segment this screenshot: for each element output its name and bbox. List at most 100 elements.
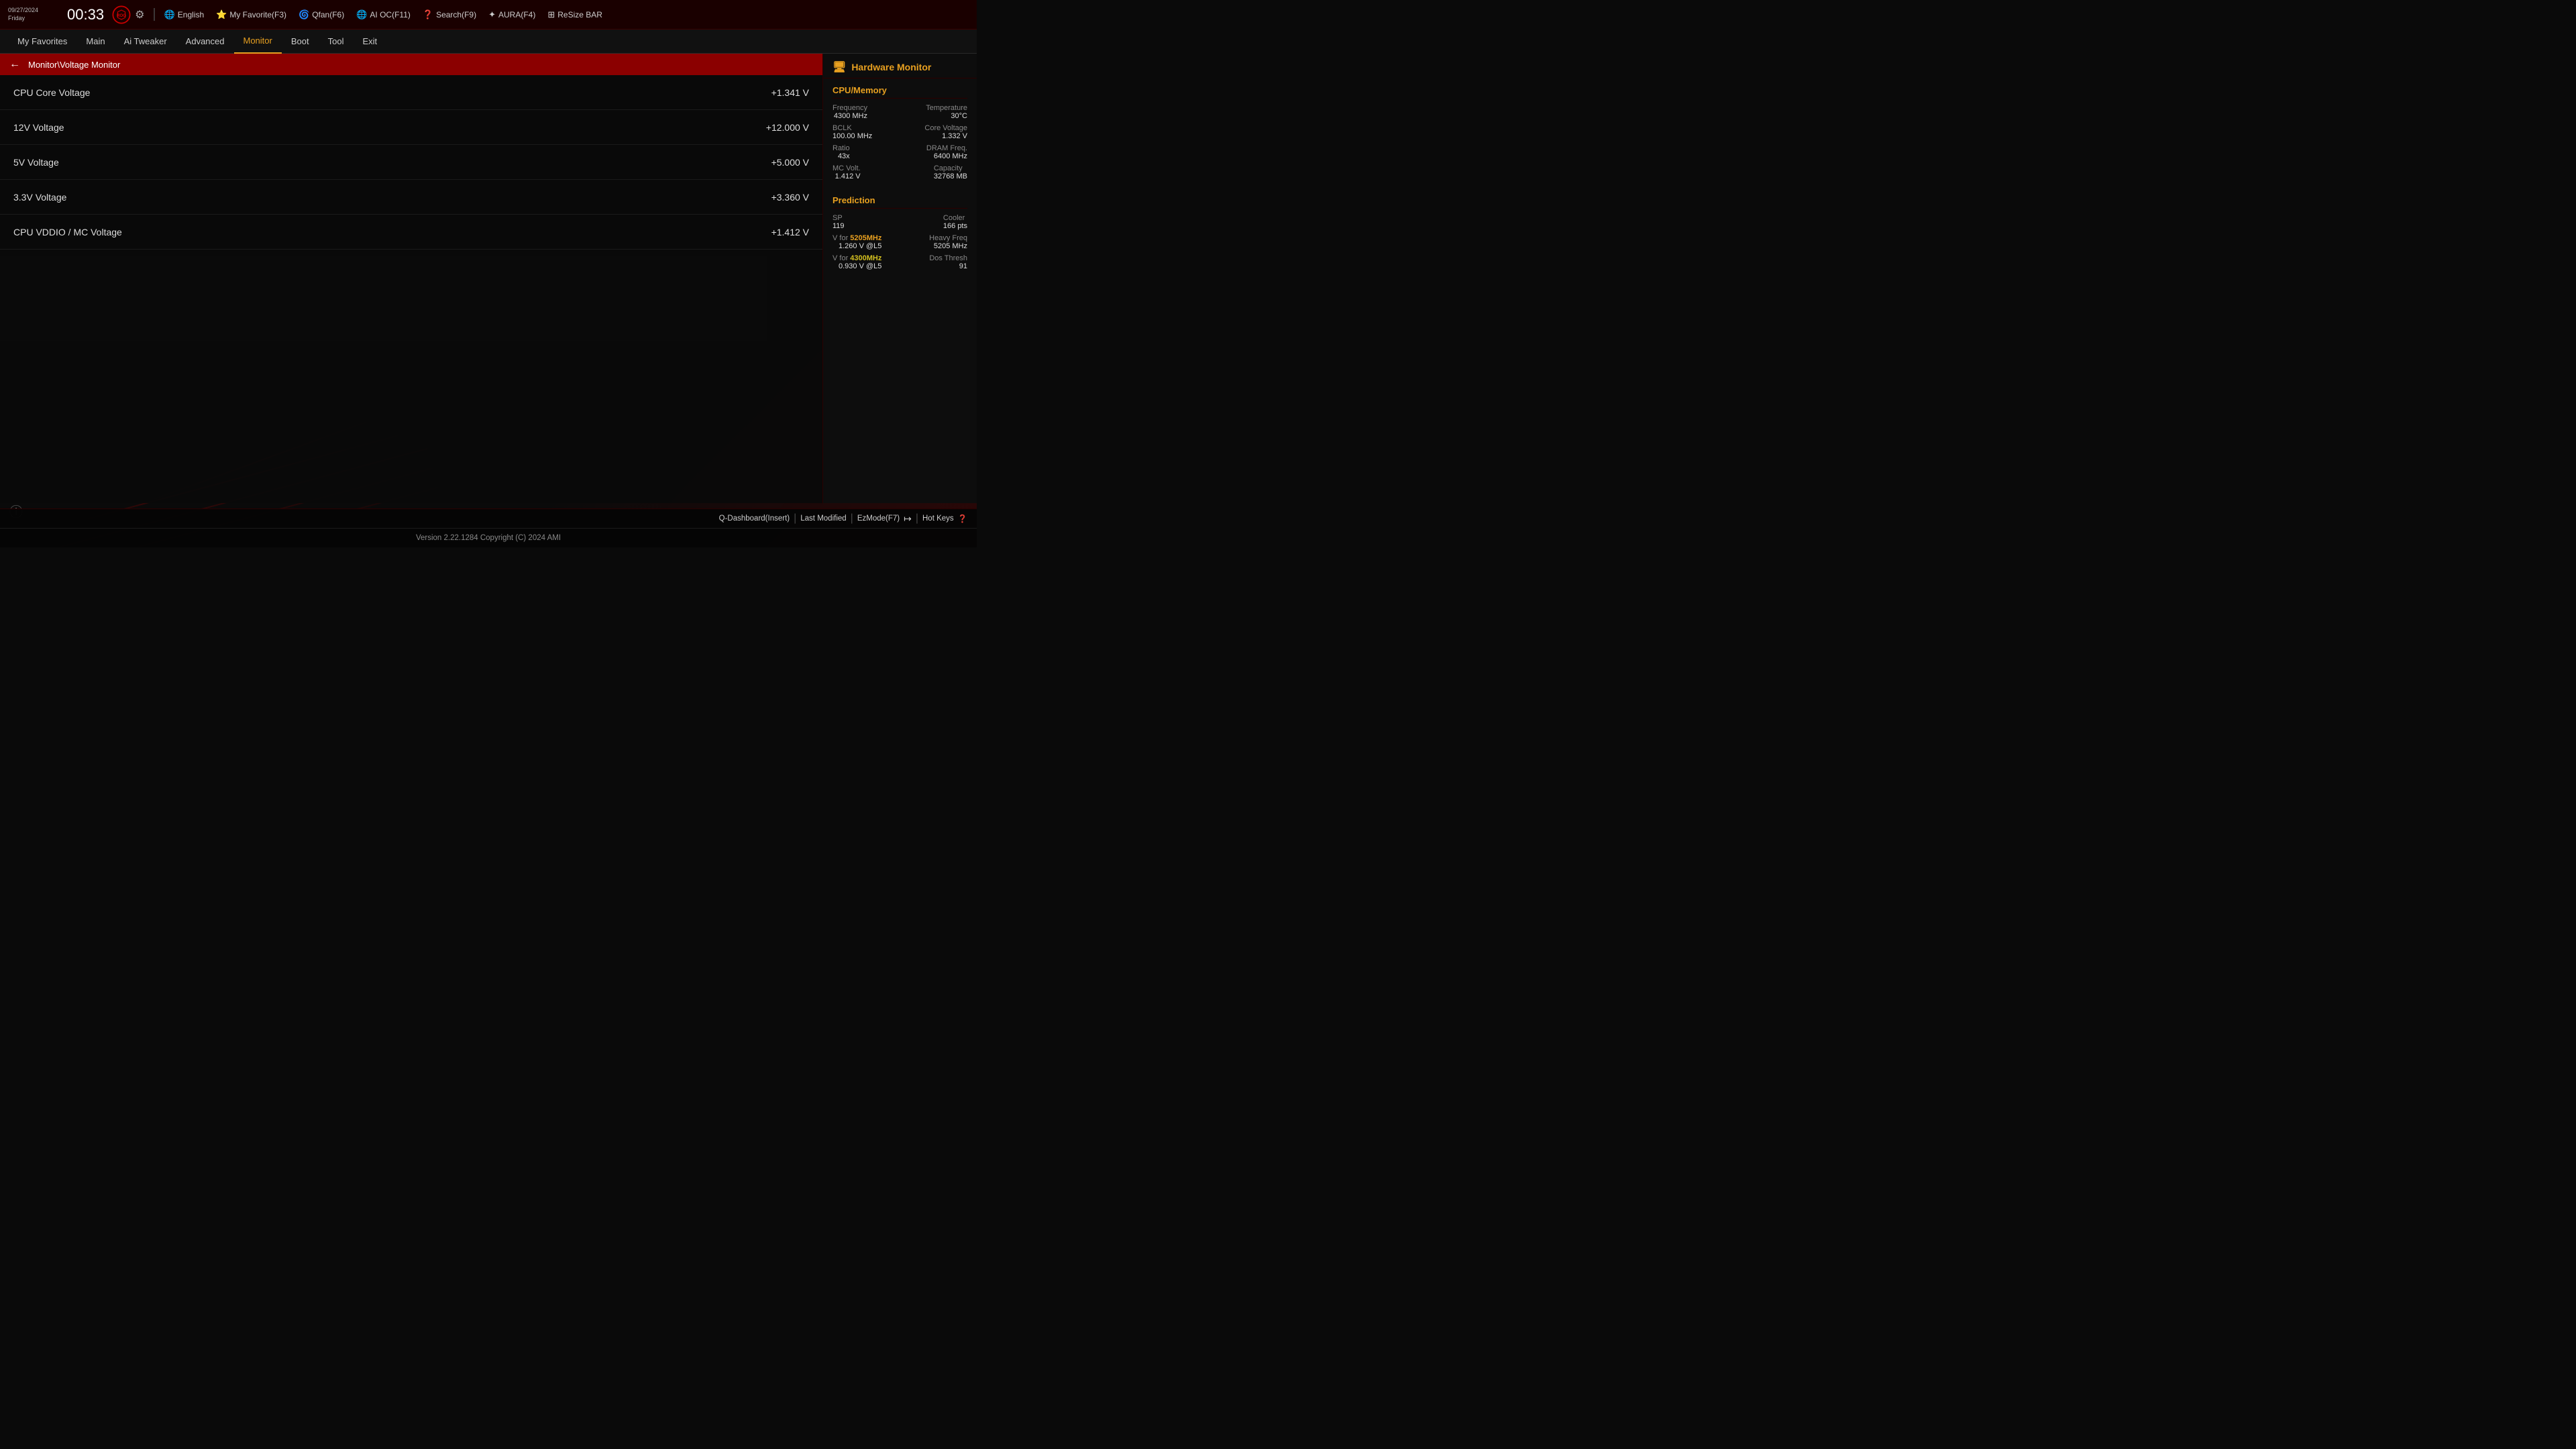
- nav-monitor[interactable]: Monitor: [234, 30, 282, 54]
- footer-sep-3: |: [916, 513, 918, 525]
- voltage-label-vddio: CPU VDDIO / MC Voltage: [13, 227, 742, 237]
- v-4300-row: V for 4300MHz 0.930 V @L5 Dos Thresh 91: [833, 254, 967, 270]
- table-row[interactable]: 12V Voltage +12.000 V: [0, 110, 822, 145]
- star-icon: ⭐: [216, 9, 227, 20]
- v-4300-freq: 4300MHz: [850, 254, 881, 262]
- voltage-value-cpu-core: +1.341 V: [742, 87, 809, 98]
- toolbar-ai-oc[interactable]: 🌐 AI OC(F11): [351, 7, 416, 23]
- v-5205-freq: 5205MHz: [850, 234, 881, 242]
- question-icon: ❓: [423, 9, 433, 20]
- toolbar-my-favorite[interactable]: ⭐ My Favorite(F3): [211, 7, 292, 23]
- monitor-icon: 🖥: [833, 60, 846, 74]
- breadcrumb-bar: ← Monitor\Voltage Monitor: [0, 54, 822, 75]
- nav-exit[interactable]: Exit: [353, 30, 386, 54]
- temperature-value: 30°C: [926, 112, 967, 120]
- footer-sep-1: |: [794, 513, 796, 525]
- voltage-value-vddio: +1.412 V: [742, 227, 809, 237]
- v-4300-value: 0.930 V @L5: [833, 262, 881, 270]
- v-5205-row: V for 5205MHz 1.260 V @L5 Heavy Freq 520…: [833, 234, 967, 250]
- english-label: English: [178, 10, 204, 19]
- q-dashboard-hotkey[interactable]: Q-Dashboard(Insert): [719, 515, 790, 523]
- aura-icon: ✦: [488, 9, 496, 20]
- nav-my-favorites[interactable]: My Favorites: [8, 30, 76, 54]
- sp-cooler-row: SP 119 Cooler 166 pts: [833, 214, 967, 230]
- toolbar-aura[interactable]: ✦ AURA(F4): [483, 7, 541, 23]
- my-favorite-label: My Favorite(F3): [229, 10, 286, 19]
- version-text: Version 2.22.1284 Copyright (C) 2024 AMI: [416, 534, 561, 542]
- content-area: ← Monitor\Voltage Monitor CPU Core Volta…: [0, 54, 822, 503]
- sidebar-title: 🖥 Hardware Monitor: [823, 54, 977, 78]
- top-bar-datetime-section: 09/27/2024 Friday: [8, 7, 62, 22]
- ezmode-label: EzMode(F7): [857, 515, 900, 523]
- cooler-label: Cooler: [943, 214, 967, 222]
- toolbar-items: 🌐 English ⭐ My Favorite(F3) 🌀 Qfan(F6) 🌐…: [159, 7, 977, 23]
- resize-icon: ⊞: [547, 9, 555, 20]
- bclk-label: BCLK: [833, 124, 872, 132]
- prediction-title: Prediction: [833, 195, 967, 209]
- footer-version: Version 2.22.1284 Copyright (C) 2024 AMI: [0, 529, 977, 547]
- ezmode-arrow-icon: ↦: [904, 513, 912, 525]
- voltage-label-cpu-core: CPU Core Voltage: [13, 87, 742, 98]
- cooler-value: 166 pts: [943, 222, 967, 230]
- temperature-label: Temperature: [926, 104, 967, 112]
- cpu-memory-section: CPU/Memory Frequency 4300 MHz Temperatur…: [823, 78, 977, 189]
- footer-sep-2: |: [851, 513, 853, 525]
- table-row[interactable]: CPU Core Voltage +1.341 V: [0, 75, 822, 110]
- ratio-value: 43x: [833, 152, 850, 160]
- frequency-value: 4300 MHz: [833, 112, 867, 120]
- day-text: Friday: [8, 15, 38, 23]
- globe-icon: 🌐: [164, 9, 175, 20]
- last-modified-label: Last Modified: [800, 515, 846, 523]
- nav-boot[interactable]: Boot: [282, 30, 319, 54]
- last-modified-hotkey[interactable]: Last Modified: [800, 515, 846, 523]
- mc-volt-value: 1.412 V: [833, 172, 861, 180]
- v-5205-label: V for 5205MHz: [833, 234, 881, 242]
- table-row[interactable]: 3.3V Voltage +3.360 V: [0, 180, 822, 215]
- footer-hotkeys: Q-Dashboard(Insert) | Last Modified | Ez…: [0, 509, 977, 529]
- toolbar-separator: |: [152, 7, 156, 22]
- back-button[interactable]: ←: [9, 58, 20, 70]
- breadcrumb-path: Monitor\Voltage Monitor: [28, 60, 120, 70]
- nav-main[interactable]: Main: [76, 30, 114, 54]
- capacity-value: 32768 MB: [934, 172, 967, 180]
- toolbar-english[interactable]: 🌐 English: [159, 7, 210, 23]
- top-bar: 09/27/2024 Friday 00:33 ROG ⚙ | 🌐 Englis…: [0, 0, 977, 30]
- cpu-memory-title: CPU/Memory: [833, 85, 967, 99]
- main-layout: ← Monitor\Voltage Monitor CPU Core Volta…: [0, 54, 977, 503]
- date-text: 09/27/2024: [8, 7, 38, 15]
- nav-ai-tweaker[interactable]: Ai Tweaker: [115, 30, 176, 54]
- hot-keys-hotkey[interactable]: Hot Keys ❓: [922, 514, 967, 523]
- voltage-table: CPU Core Voltage +1.341 V 12V Voltage +1…: [0, 75, 822, 250]
- clock-display: 00:33: [67, 6, 104, 23]
- core-voltage-label: Core Voltage: [924, 124, 967, 132]
- settings-icon[interactable]: ⚙: [135, 8, 144, 21]
- toolbar-resize-bar[interactable]: ⊞ ReSize BAR: [542, 7, 608, 23]
- voltage-label-5v: 5V Voltage: [13, 157, 742, 168]
- capacity-label: Capacity: [934, 164, 967, 172]
- sp-label: SP: [833, 214, 845, 222]
- voltage-label-3v3: 3.3V Voltage: [13, 192, 742, 203]
- sidebar-title-text: Hardware Monitor: [851, 62, 931, 72]
- toolbar-qfan[interactable]: 🌀 Qfan(F6): [293, 7, 350, 23]
- q-dashboard-label: Q-Dashboard(Insert): [719, 515, 790, 523]
- ai-oc-label: AI OC(F11): [370, 10, 410, 19]
- prediction-section: Prediction SP 119 Cooler 166 pts V for 5…: [823, 189, 977, 278]
- rog-logo-icon: ROG: [112, 5, 131, 24]
- nav-tool[interactable]: Tool: [319, 30, 354, 54]
- fan-icon: 🌀: [299, 9, 309, 20]
- voltage-label-12v: 12V Voltage: [13, 122, 742, 133]
- resize-bar-label: ReSize BAR: [557, 10, 602, 19]
- hot-keys-icon: ❓: [958, 514, 967, 523]
- table-row[interactable]: CPU VDDIO / MC Voltage +1.412 V: [0, 215, 822, 250]
- table-row[interactable]: 5V Voltage +5.000 V: [0, 145, 822, 180]
- voltage-value-12v: +12.000 V: [742, 122, 809, 133]
- toolbar-search[interactable]: ❓ Search(F9): [417, 7, 482, 23]
- frequency-label: Frequency: [833, 104, 867, 112]
- core-voltage-value: 1.332 V: [924, 132, 967, 140]
- sp-value: 119: [833, 222, 845, 230]
- ezmode-hotkey[interactable]: EzMode(F7) ↦: [857, 513, 912, 525]
- nav-advanced[interactable]: Advanced: [176, 30, 234, 54]
- footer: Q-Dashboard(Insert) | Last Modified | Ez…: [0, 508, 977, 547]
- v-4300-label: V for 4300MHz: [833, 254, 881, 262]
- heavy-freq-label: Heavy Freq: [929, 234, 967, 242]
